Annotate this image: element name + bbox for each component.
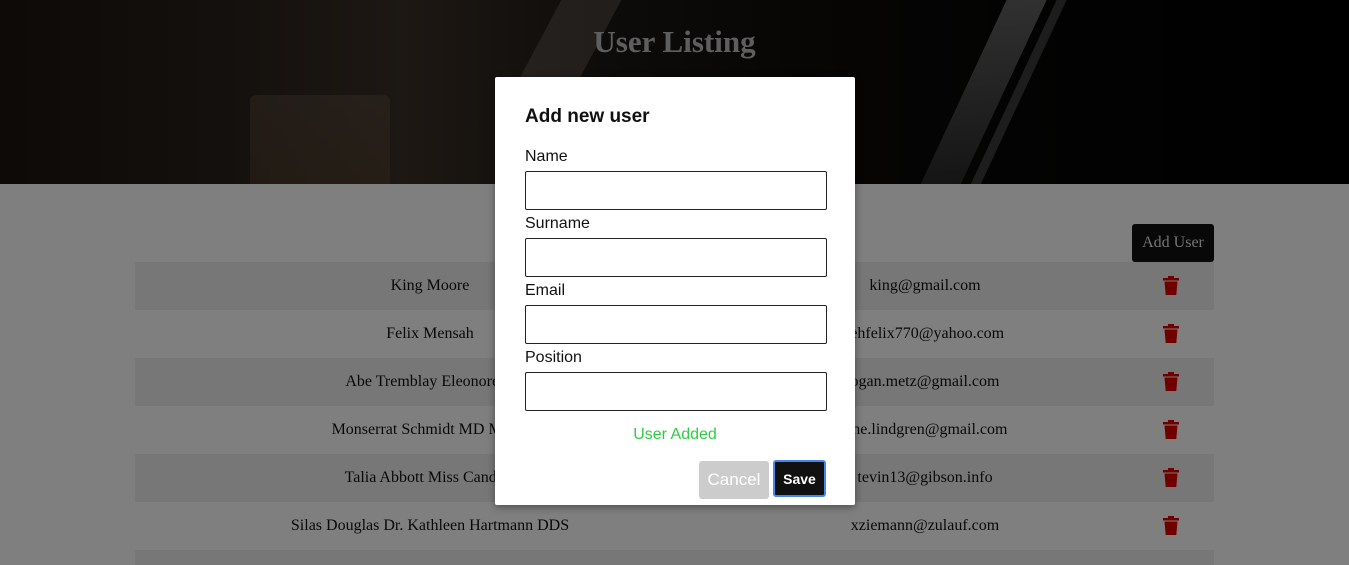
save-button[interactable]: Save: [773, 460, 826, 497]
name-input[interactable]: [525, 171, 827, 210]
add-user-dialog: Add new user Name Surname Email Position…: [495, 77, 855, 505]
name-label: Name: [525, 148, 568, 165]
surname-input[interactable]: [525, 238, 827, 277]
email-label: Email: [525, 282, 566, 299]
dialog-title: Add new user: [525, 106, 650, 127]
email-input[interactable]: [525, 305, 827, 344]
status-message: User Added: [633, 426, 717, 443]
position-label: Position: [525, 349, 582, 366]
position-input[interactable]: [525, 372, 827, 411]
surname-label: Surname: [525, 215, 590, 232]
cancel-button[interactable]: Cancel: [699, 461, 769, 499]
